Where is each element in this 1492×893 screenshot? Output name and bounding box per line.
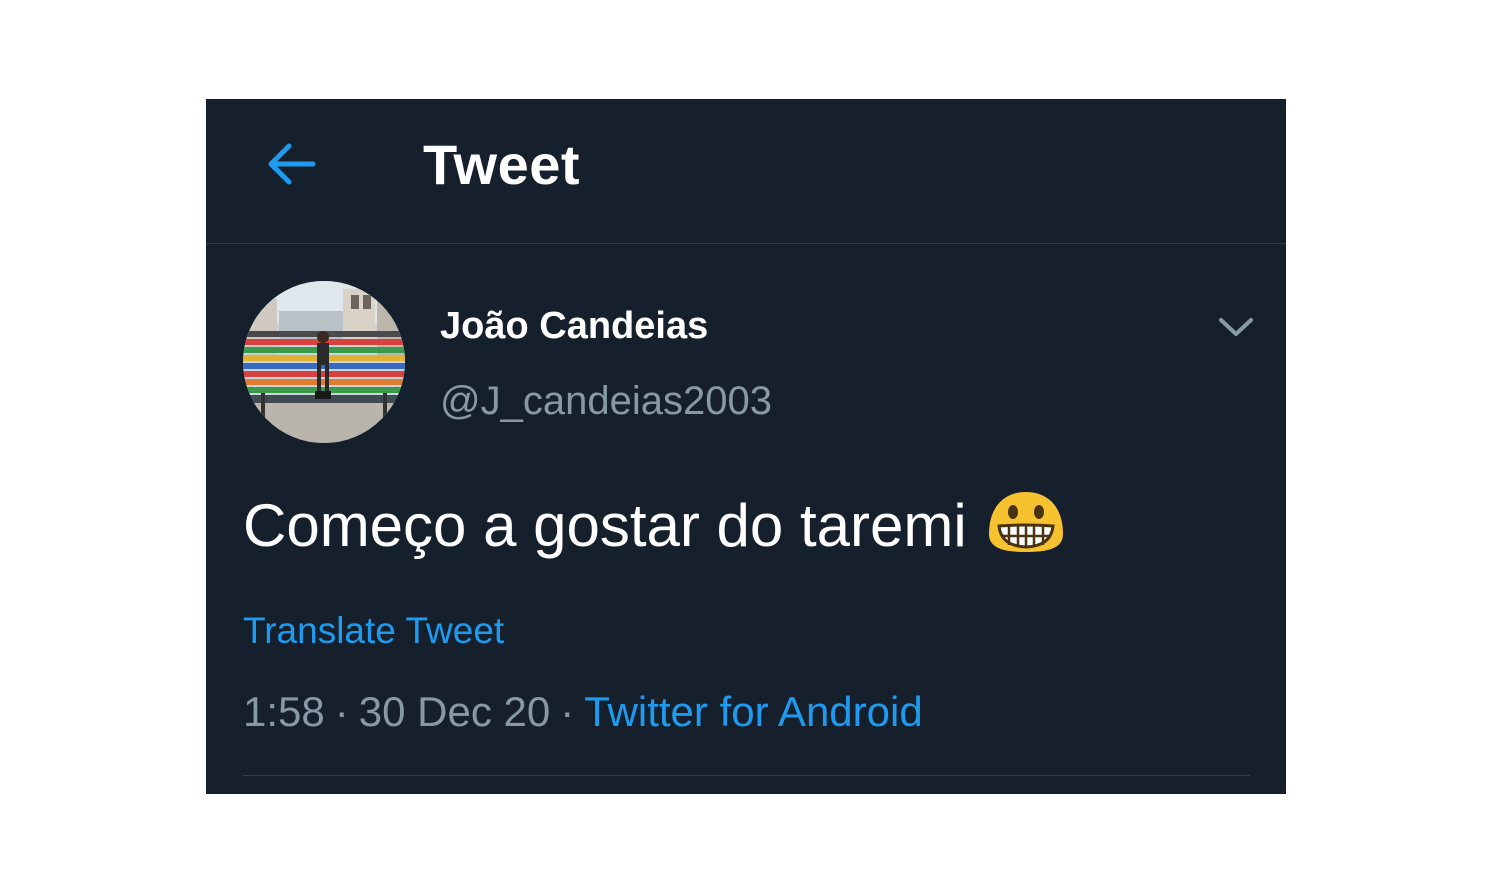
- avatar-photo: [243, 281, 405, 443]
- chevron-down-icon: [1219, 318, 1253, 336]
- tweet-menu-button[interactable]: [1212, 305, 1260, 349]
- tweet-source-link[interactable]: Twitter for Android: [584, 688, 922, 735]
- tweet-body: Começo a gostar do taremi: [243, 491, 1067, 561]
- tweet-meta: 1:58 · 30 Dec 20 · Twitter for Android: [243, 687, 923, 737]
- back-button[interactable]: [260, 133, 322, 195]
- meta-separator: ·: [334, 688, 349, 735]
- tweet-screen: Tweet João Candeias @J_candeias2003 Come…: [206, 99, 1286, 794]
- author-handle[interactable]: @J_candeias2003: [440, 377, 772, 425]
- translate-tweet-link[interactable]: Translate Tweet: [243, 608, 504, 654]
- author-name[interactable]: João Candeias: [440, 303, 708, 349]
- avatar[interactable]: [243, 281, 405, 443]
- grinning-face-icon: [988, 492, 1063, 552]
- divider: [243, 775, 1250, 776]
- tweet-date: 30 Dec 20: [358, 688, 551, 735]
- tweet-time: 1:58: [243, 688, 325, 735]
- tweet-text: Começo a gostar do taremi: [243, 492, 967, 559]
- page-title: Tweet: [423, 133, 581, 196]
- arrow-left-icon: [268, 143, 316, 185]
- meta-separator: ·: [560, 688, 575, 735]
- top-app-bar: Tweet: [206, 99, 1286, 244]
